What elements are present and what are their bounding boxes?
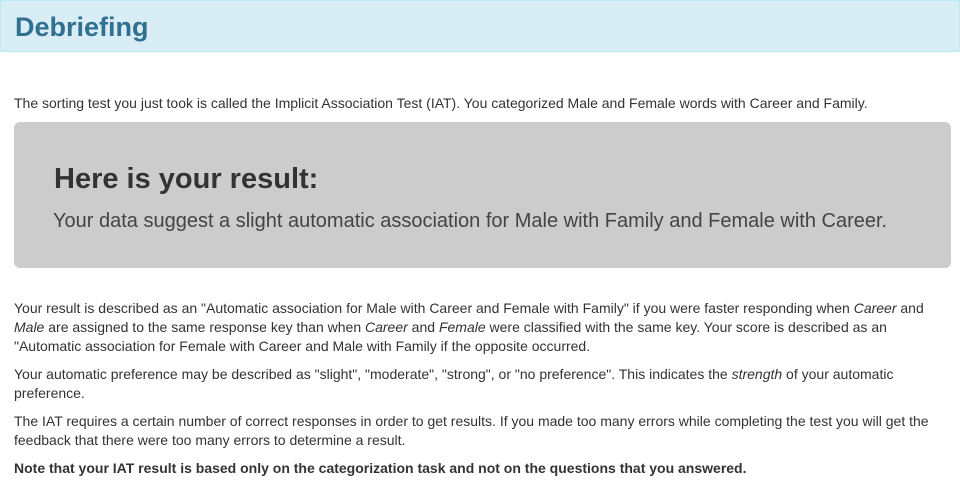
explanation-paragraph-1: Your result is described as an "Automati…	[14, 300, 924, 354]
page-title: Debriefing	[15, 12, 149, 42]
explanation-section: Your result is described as an "Automati…	[14, 299, 949, 487]
explanation-paragraph-3: The IAT requires a certain number of cor…	[14, 413, 929, 448]
result-panel: Here is your result: Your data suggest a…	[14, 122, 951, 268]
explanation-paragraph-2: Your automatic preference may be describ…	[14, 366, 894, 401]
intro-text: The sorting test you just took is called…	[14, 95, 868, 111]
result-text: Your data suggest a slight automatic ass…	[53, 210, 888, 232]
debriefing-header: Debriefing	[0, 0, 960, 52]
result-note: Note that your IAT result is based only …	[14, 460, 747, 476]
result-heading: Here is your result:	[54, 163, 319, 195]
